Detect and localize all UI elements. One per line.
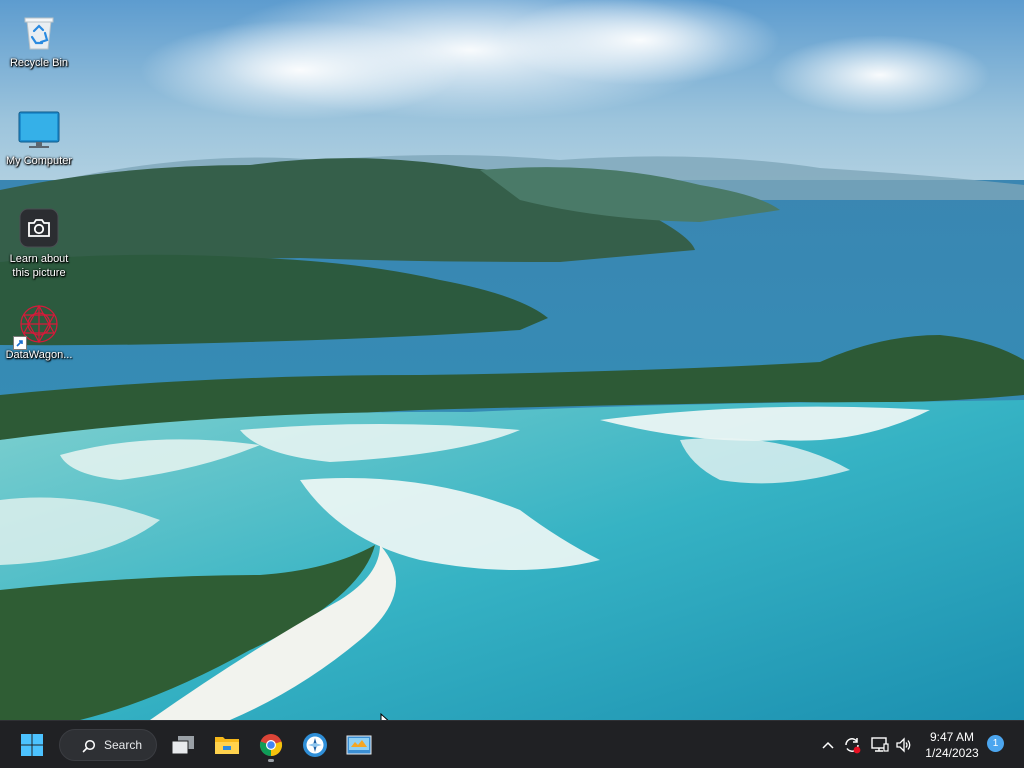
search-icon xyxy=(82,739,96,753)
chrome-icon xyxy=(259,734,283,757)
compass-app-icon xyxy=(303,733,327,757)
desktop-icon-my-computer[interactable]: My Computer xyxy=(0,108,78,168)
search-button[interactable]: Search xyxy=(59,729,157,761)
start-button[interactable] xyxy=(14,727,50,763)
network-icon xyxy=(871,737,889,752)
desktop-icon-learn-about-picture[interactable]: Learn about this picture xyxy=(0,206,78,280)
windows-logo-icon xyxy=(21,734,43,756)
shortcut-arrow-icon xyxy=(13,336,27,350)
desktop-icon-label: Learn about this picture xyxy=(9,253,69,279)
sync-error-icon xyxy=(845,738,861,754)
notification-badge[interactable]: 1 xyxy=(987,735,1004,752)
taskbar: Search 9:47 AM 1/24/2023 xyxy=(0,720,1024,768)
task-view-icon xyxy=(171,736,194,755)
taskbar-app-control-panel[interactable] xyxy=(341,727,377,763)
clock-time: 9:47 AM xyxy=(929,730,975,744)
taskbar-app-task-view[interactable] xyxy=(165,727,201,763)
desktop-icon-datawagon[interactable]: DataWagon... xyxy=(0,302,78,362)
taskbar-app-file-explorer[interactable] xyxy=(209,727,245,763)
recycle-bin-icon xyxy=(17,10,61,54)
datawagon-icon xyxy=(13,302,61,350)
desktop[interactable]: Recycle Bin My Computer Learn about this… xyxy=(0,0,1024,720)
camera-icon xyxy=(17,206,61,250)
desktop-icon-label: DataWagon... xyxy=(5,349,73,361)
speaker-icon xyxy=(896,737,911,753)
chevron-up-icon xyxy=(822,741,834,749)
control-panel-icon xyxy=(346,735,372,755)
network-button[interactable] xyxy=(869,731,891,759)
monitor-icon xyxy=(17,108,61,152)
taskbar-app-chrome[interactable] xyxy=(253,727,289,763)
taskbar-app-compass[interactable] xyxy=(297,727,333,763)
volume-button[interactable] xyxy=(893,731,915,759)
desktop-icon-label: My Computer xyxy=(5,155,73,167)
desktop-icon-label: Recycle Bin xyxy=(9,57,69,69)
desktop-wallpaper xyxy=(0,0,1024,720)
sync-status-button[interactable] xyxy=(841,731,863,759)
search-label: Search xyxy=(104,738,143,752)
mouse-cursor-icon xyxy=(380,713,389,720)
show-hidden-icons-button[interactable] xyxy=(818,731,838,759)
desktop-icon-recycle-bin[interactable]: Recycle Bin xyxy=(0,10,78,70)
clock[interactable]: 9:47 AM 1/24/2023 xyxy=(914,727,990,763)
clock-date: 1/24/2023 xyxy=(925,746,979,760)
folder-icon xyxy=(215,737,239,754)
